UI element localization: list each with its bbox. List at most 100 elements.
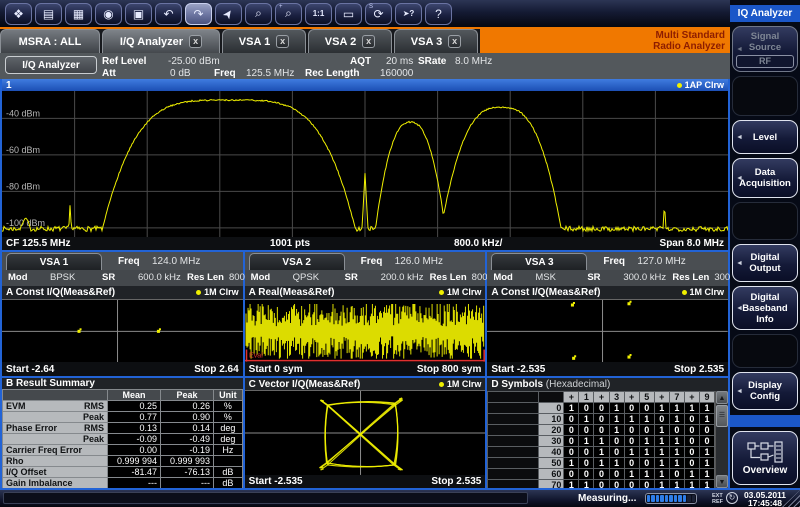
zoom-1to1-button[interactable]: 1:1 (305, 3, 332, 25)
select-pointer-button[interactable]: ➤ (215, 3, 242, 25)
symbol-bit: 1 (594, 436, 608, 446)
display-area: 1 1AP Clrw -40 dBm-60 dBm-80 dBm-100 dBm… (0, 79, 730, 490)
vsa-tab-button[interactable]: VSA 2 (249, 253, 345, 270)
softkey-sidebar: IQ Analyzer◄Signal SourceRF◄Level◄Data A… (730, 0, 800, 490)
vector-titlebar: C Vector I/Q(Meas&Ref)1M Clrw (245, 378, 486, 390)
symbol-bit: 0 (685, 414, 699, 424)
softkey-digital-baseband-info[interactable]: ◄Digital Baseband Info (732, 286, 798, 330)
softkey-digital-output[interactable]: ◄Digital Output (732, 244, 798, 282)
vsa-param-label: SR (102, 272, 115, 283)
measurement-progress-bar (645, 493, 697, 504)
progress-segment (692, 495, 695, 502)
symbol-bit: 1 (610, 458, 624, 468)
vsa-param-value: 600.0 kHz (138, 272, 181, 283)
softkey-label: Level (753, 132, 777, 143)
svg-text:-40 dBm: -40 dBm (6, 108, 40, 118)
vsa-tab-button[interactable]: VSA 3 (491, 253, 587, 270)
fullscreen-button[interactable]: ▭ (335, 3, 362, 25)
softkey-sub-label: RF (736, 55, 794, 68)
progress-segment (678, 495, 681, 502)
vsa-param-value: 800 (472, 272, 488, 283)
undo-button[interactable]: ↶ (155, 3, 182, 25)
symbol-bit: 0 (700, 436, 714, 446)
softkey-data-acquisition[interactable]: ◄Data Acquisition (732, 158, 798, 198)
context-help-button[interactable]: ➤? (395, 3, 422, 25)
plot-start-value: Start -2.64 (6, 364, 54, 375)
vsa-result-titlebar: A Const I/Q(Meas&Ref)1M Clrw (2, 286, 243, 299)
symbol-bit: 1 (579, 436, 593, 446)
scroll-thumb[interactable]: ☰ (716, 405, 728, 427)
help-icon: ? (435, 7, 442, 21)
softkey-arrow-icon: ◄ (736, 386, 743, 397)
tab-label: I/Q Analyzer (120, 36, 183, 48)
scroll-track[interactable] (716, 428, 728, 475)
vsa-freq-label: Freq (603, 256, 625, 267)
symbol-bit: 1 (610, 425, 624, 435)
date-time: 03.05.2011 17:45:48 (741, 491, 789, 507)
ext-ref-clock-icon: ↻ (726, 492, 738, 504)
center-frequency: CF 125.5 MHz (6, 238, 70, 249)
progress-segment (687, 495, 690, 502)
vsa-param-label: Mod (8, 272, 28, 283)
open-file-button[interactable]: ▤ (35, 3, 62, 25)
rs-row-label: Carrier Freq Error (3, 445, 107, 455)
tab-i-q-analyzer[interactable]: I/Q Analyzer x (102, 29, 220, 53)
vsa-result-titlebar: A Const I/Q(Meas&Ref)1M Clrw (487, 286, 728, 299)
softkey-label: Display Config (736, 380, 794, 402)
scroll-up-icon[interactable]: ▲ (716, 391, 728, 404)
rs-peak-value: -0.49 (161, 434, 213, 444)
spectrum-window-number: 1 (6, 80, 12, 91)
redo-button[interactable]: ↷ (185, 3, 212, 25)
softkey-level[interactable]: ◄Level (732, 120, 798, 154)
windows-logo-button[interactable]: ❖ (5, 3, 32, 25)
symbol-bit: 0 (625, 403, 639, 413)
print-button[interactable]: ▣ (125, 3, 152, 25)
select-pointer-icon: ➤ (220, 5, 237, 21)
symbols-column-header: 3 (610, 392, 624, 402)
tab-msra-all[interactable]: MSRA : ALL (0, 29, 100, 53)
symbols-column-header: 7 (670, 392, 684, 402)
tab-vsa-2[interactable]: VSA 2x (308, 29, 392, 53)
vsa-header-row2: ModBPSKSR600.0 kHzRes Len800 (2, 270, 243, 286)
tab-vsa-3[interactable]: VSA 3x (394, 29, 478, 53)
vector-plot (245, 390, 486, 475)
tab-close-icon[interactable]: x (448, 35, 461, 48)
overview-button[interactable]: Overview (732, 431, 798, 485)
symbol-bit: 0 (625, 425, 639, 435)
symbol-bit: 0 (594, 425, 608, 435)
symbols-row-index: 40 (539, 447, 563, 457)
rs-unit-value: dB (214, 467, 242, 477)
screenshot-button[interactable]: ◉ (95, 3, 122, 25)
zoom-multiple-button[interactable]: +⌕ (275, 3, 302, 25)
zoom-selection-button[interactable]: ⌕ (245, 3, 272, 25)
tab-close-icon[interactable]: x (276, 35, 289, 48)
symbol-bit: 0 (610, 447, 624, 457)
symbols-row-index: 60 (539, 469, 563, 479)
sequence-button[interactable]: S⟳ (365, 3, 392, 25)
vsa-param-label: Res Len (430, 272, 467, 283)
vsa-tab-button[interactable]: VSA 1 (6, 253, 102, 270)
plot-start-value: Start -2.535 (249, 476, 303, 487)
rs-mean-value: 0.25 (108, 401, 160, 411)
rs-peak-value: -0.19 (161, 445, 213, 455)
tab-close-icon[interactable]: x (362, 35, 375, 48)
symbol-bit: 1 (655, 469, 669, 479)
symbols-scrollbar[interactable]: ▲☰ ▼ (715, 391, 728, 488)
symbol-bit: 1 (579, 414, 593, 424)
vector-trace-label: 1M Clrw (447, 379, 482, 389)
save-button[interactable]: ▦ (65, 3, 92, 25)
channel-type-button[interactable]: I/Q Analyzer (5, 56, 97, 74)
vsa-result-title: A Const I/Q(Meas&Ref) (6, 287, 115, 298)
symbol-bit: 0 (670, 469, 684, 479)
rs-corner (3, 390, 107, 400)
tab-close-icon[interactable]: x (189, 35, 202, 48)
vsa-trace-label: 1M Clrw (690, 287, 725, 297)
vsa-param-label: SR (345, 272, 358, 283)
print-icon: ▣ (133, 7, 144, 21)
tab-vsa-1[interactable]: VSA 1x (222, 29, 306, 53)
toolbar: ❖▤▦◉ ▣ ↶↷ ➤ ⌕+⌕1:1▭S⟳➤?? (0, 0, 730, 27)
help-button[interactable]: ? (425, 3, 452, 25)
rs-unit-value (214, 456, 242, 466)
softkey-display-config[interactable]: ◄Display Config (732, 372, 798, 410)
scroll-down-icon[interactable]: ▼ (716, 475, 728, 488)
